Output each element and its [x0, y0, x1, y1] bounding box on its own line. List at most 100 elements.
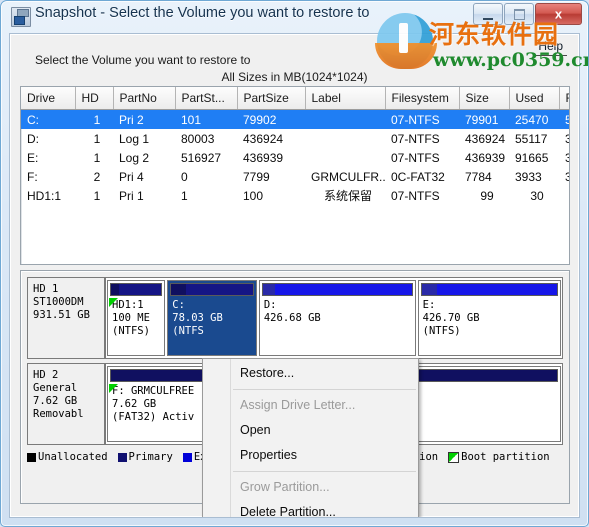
col-partsize[interactable]: PartSize [237, 87, 306, 110]
disk-info-line: ST1000DM [33, 296, 84, 308]
cell-partno: Pri 2 [113, 109, 175, 129]
unallocated-swatch-icon [27, 452, 36, 462]
cell-partstart: 1 [181, 188, 188, 203]
application-window: Snapshot - Select the Volume you want to… [0, 0, 589, 527]
disk-info-line: General [33, 382, 78, 394]
cell-size: 99 [480, 188, 494, 203]
table-row[interactable]: D: 1 Log 1 80003 436924 07-NTFS 436924 5… [21, 129, 569, 148]
col-size[interactable]: Size [459, 87, 510, 110]
cell-hd: 1 [75, 109, 113, 129]
cell-partsize: 436924 [243, 131, 284, 146]
cell-label [305, 129, 385, 148]
col-partstart[interactable]: PartSt... [175, 87, 238, 110]
menu-item-open[interactable]: Open [203, 418, 418, 443]
cell-partno: Pri 1 [119, 188, 144, 203]
cell-free: 54431 [559, 109, 569, 129]
partition-line: (NTFS) [422, 325, 461, 337]
usage-bar [110, 283, 163, 296]
menu-item-properties[interactable]: Properties [203, 443, 418, 468]
cell-filesystem: 07-NTFS [385, 109, 459, 129]
table-header-row: Drive HD PartNo PartSt... PartSize Label… [21, 87, 569, 110]
volume-table-container[interactable]: Drive HD PartNo PartSt... PartSize Label… [20, 86, 570, 265]
usage-bar-used [421, 284, 437, 295]
boot-swatch-icon [448, 451, 460, 463]
client-area: Help Select the Volume you want to resto… [9, 33, 580, 518]
cell-partsize: 436939 [243, 150, 284, 165]
disk-info-hd2[interactable]: HD 2 General 7.62 GB Removabl [28, 364, 106, 444]
cell-free: 3850 [559, 167, 569, 186]
partition-line: C: [172, 299, 185, 311]
col-label[interactable]: Label [305, 87, 386, 110]
volume-table-body: C: 1 Pri 2 101 79902 07-NTFS 79901 25470… [21, 109, 569, 206]
col-partno[interactable]: PartNo [113, 87, 176, 110]
table-row[interactable]: E: 1 Log 2 516927 436939 07-NTFS 436939 … [21, 148, 569, 167]
cell-used: 91665 [515, 150, 549, 165]
partition-block-hd1-1[interactable]: HD1:1 100 ME (NTFS) [107, 280, 166, 356]
partition-line: E: [422, 299, 436, 311]
cell-size: 436924 [465, 131, 506, 146]
usage-bar-used [111, 284, 120, 295]
col-drive[interactable]: Drive [21, 87, 76, 110]
cell-partstart: 101 [175, 109, 237, 129]
cell-hd: 1 [93, 131, 101, 146]
menu-item-assign-drive-letter: Assign Drive Letter... [240, 398, 356, 412]
table-row[interactable]: C: 1 Pri 2 101 79902 07-NTFS 79901 25470… [21, 109, 569, 129]
partition-line: HD1:1 [112, 299, 144, 311]
table-row[interactable]: HD1:1 1 Pri 1 1 100 系统保留 07-NTFS 99 30 6… [21, 186, 569, 205]
partition-line: 426.68 GB [263, 312, 321, 324]
boot-flag-icon [109, 298, 118, 307]
usage-bar [261, 283, 413, 296]
cell-free: 69 [559, 186, 569, 205]
partition-block-c[interactable]: C: 78.03 GB (NTFS [167, 280, 257, 356]
partition-text: C: 78.03 GB (NTFS [168, 296, 256, 338]
close-button[interactable]: x [535, 3, 582, 25]
partition-block-d[interactable]: D: 426.68 GB [258, 280, 416, 356]
help-button[interactable]: Help [534, 38, 567, 56]
partition-line: (NTFS) [112, 325, 150, 337]
caption-button-group: x [473, 3, 583, 25]
context-menu: Restore... Assign Drive Letter... Open P… [202, 358, 419, 517]
menu-item-delete-partition[interactable]: Delete Partition... [203, 500, 418, 517]
menu-separator [233, 471, 416, 472]
minimize-icon [483, 18, 493, 20]
cell-size: 7784 [465, 169, 492, 184]
cell-drive: HD1:1 [27, 188, 62, 203]
disk-info-line: HD 2 [33, 369, 59, 381]
partition-block-e[interactable]: E: 426.70 GB (NTFS) [417, 280, 561, 356]
table-row[interactable]: F: 2 Pri 4 0 7799 GRMCULFR... 0C-FAT32 7… [21, 167, 569, 186]
legend-label: Boot partition [461, 451, 550, 463]
primary-swatch-icon [117, 452, 127, 462]
usage-bar [420, 283, 558, 296]
partition-strip: HD1:1 100 ME (NTFS) C: 78.03 GB (NTFS D:… [106, 278, 562, 358]
minimize-button[interactable] [473, 3, 503, 25]
cell-drive: C: [21, 109, 75, 129]
cell-hd: 2 [93, 169, 101, 184]
disk-info-hd1[interactable]: HD 1 ST1000DM 931.51 GB [28, 278, 106, 358]
maximize-button[interactable] [504, 3, 534, 25]
cell-partstart: 0 [181, 169, 188, 184]
usage-bar-used [171, 284, 186, 295]
title-bar[interactable]: Snapshot - Select the Volume you want to… [1, 1, 588, 31]
cell-filesystem: 07-NTFS [391, 188, 440, 203]
col-filesystem[interactable]: Filesystem [385, 87, 460, 110]
cell-partsize: 100 [243, 188, 264, 203]
cell-hd: 1 [93, 188, 101, 203]
cell-filesystem: 07-NTFS [391, 150, 440, 165]
disk-info-line: HD 1 [33, 283, 59, 295]
cell-partsize: 7799 [243, 169, 270, 184]
disk-row: HD 1 ST1000DM 931.51 GB HD1:1 100 ME (NT [27, 277, 563, 359]
close-icon: x [554, 6, 563, 22]
cell-filesystem: 07-NTFS [391, 131, 440, 146]
col-free[interactable]: Free [559, 87, 569, 110]
legend-item-primary: Primary [117, 451, 173, 463]
extended-swatch-icon [182, 452, 192, 462]
partition-line: 78.03 GB [172, 312, 223, 324]
legend-item-unallocated: Unallocated [27, 451, 108, 463]
menu-item-restore[interactable]: Restore... [203, 361, 418, 386]
usage-bar-used [262, 284, 275, 295]
cell-partstart: 516927 [181, 150, 222, 165]
legend-item-boot: Boot partition [448, 451, 550, 463]
usage-bar [170, 283, 254, 296]
col-hd[interactable]: HD [75, 87, 114, 110]
col-used[interactable]: Used [509, 87, 560, 110]
